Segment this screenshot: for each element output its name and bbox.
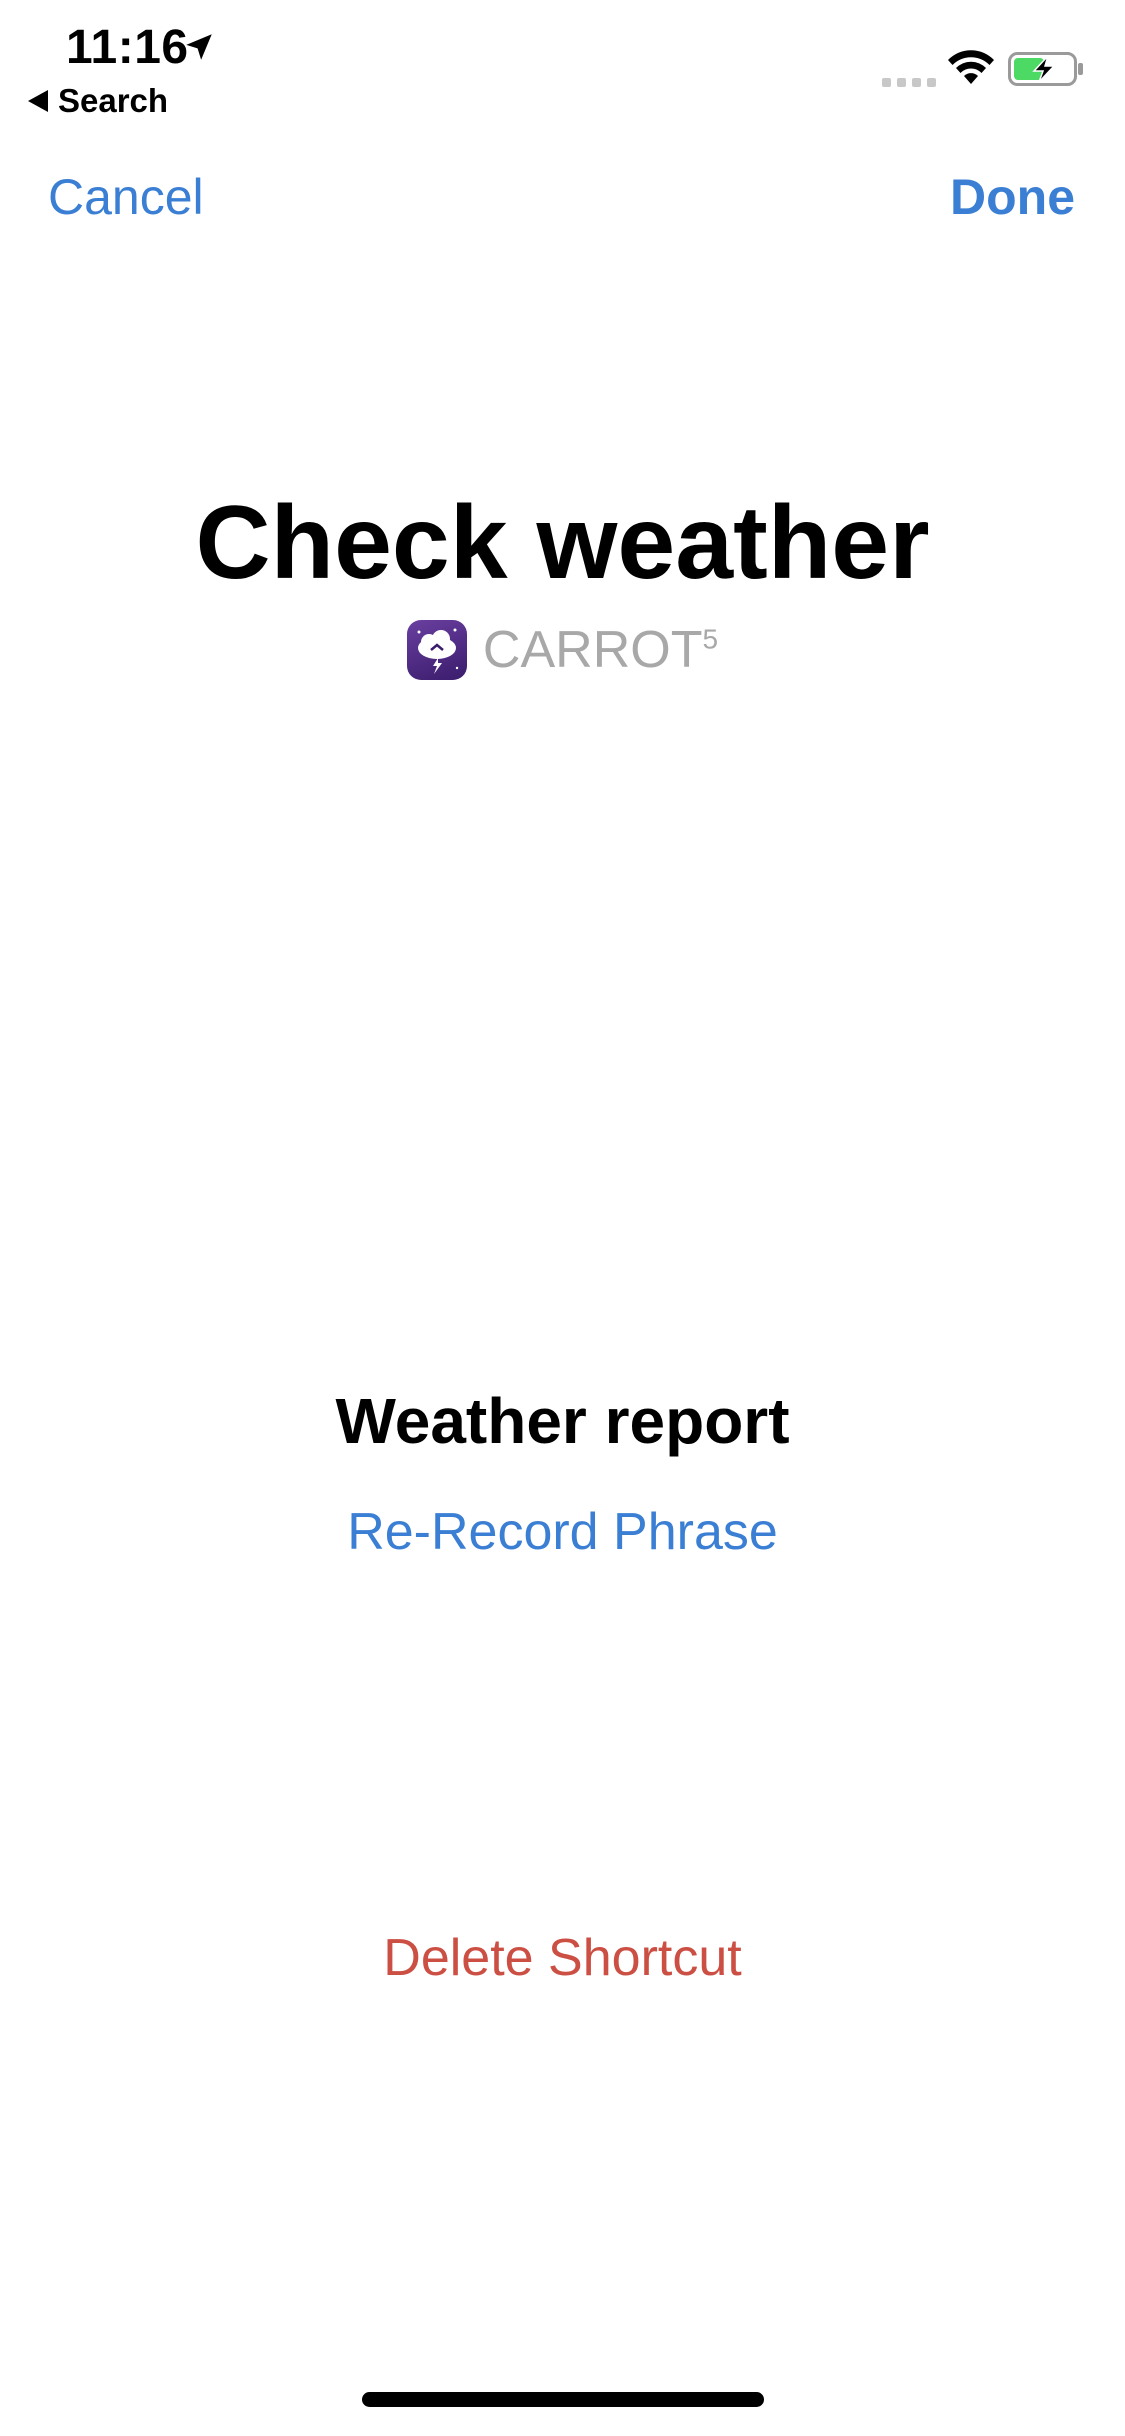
wifi-icon [948,50,994,84]
battery-charging-icon [1008,52,1083,86]
shortcut-title: Check weather [195,485,930,601]
app-source-row: CARROT5 [0,620,1125,680]
app-name-superscript: 5 [702,623,719,655]
cancel-button[interactable]: Cancel [48,168,204,226]
recorded-phrase: Weather report [335,1385,790,1457]
screen: 11:16 Search Cancel Done Check weather C… [0,0,1125,2436]
re-record-phrase-button[interactable]: Re-Record Phrase [0,1502,1125,1562]
cellular-signal-icon [882,78,936,87]
carrot-weather-app-icon [406,620,467,680]
back-app-label: Search [58,82,169,119]
app-name-text: CARROT [482,621,703,679]
done-button[interactable]: Done [950,168,1075,226]
back-triangle-icon [28,90,48,112]
back-to-app-button[interactable]: Search [28,82,168,120]
location-arrow-icon [186,34,212,60]
delete-shortcut-button[interactable]: Delete Shortcut [0,1928,1125,1988]
status-time: 11:16 [66,21,189,74]
home-indicator[interactable] [362,2392,764,2407]
app-name: CARROT5 [483,620,718,680]
